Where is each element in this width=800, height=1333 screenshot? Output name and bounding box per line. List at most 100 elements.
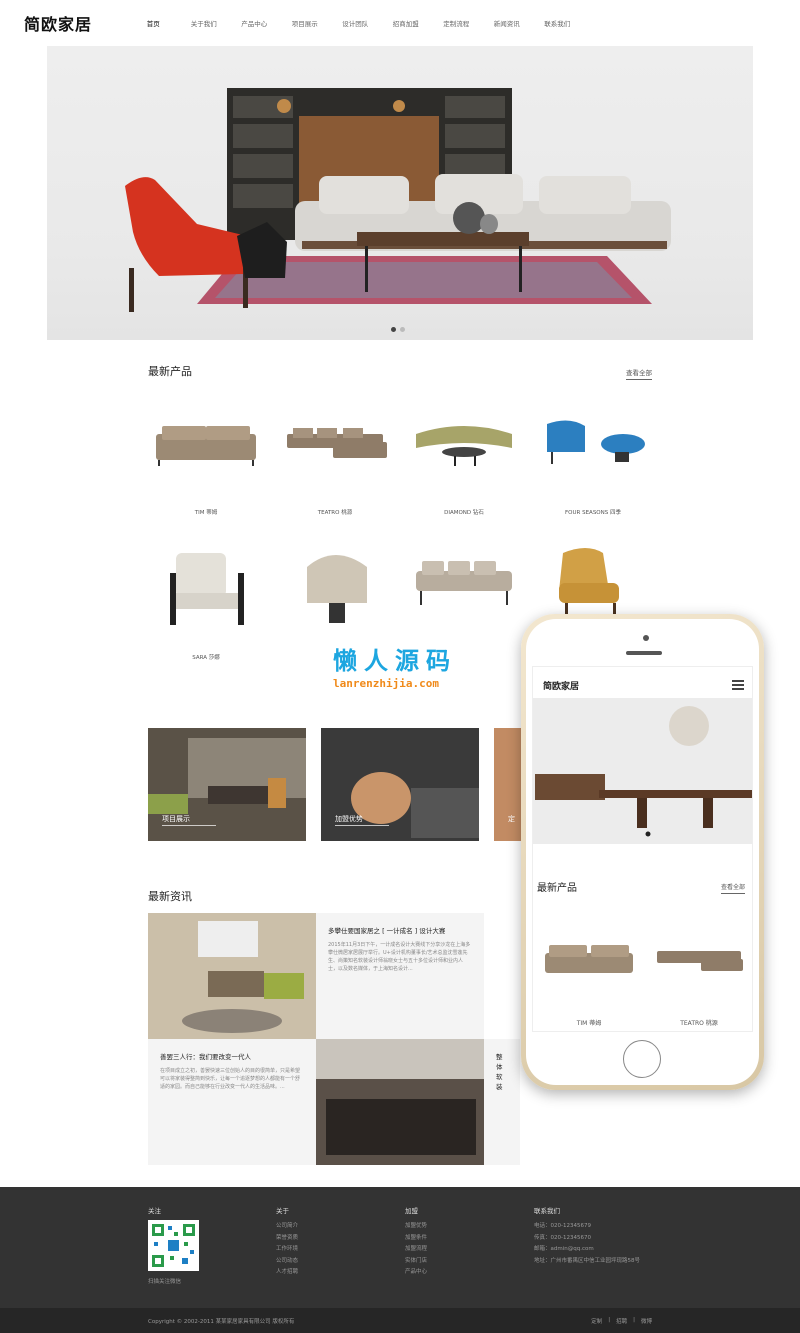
phone-screen: 简欧家居 最新产品 查看全部 TIM 蒂姆 TEATRO 桃源 — [532, 666, 753, 1032]
banner-dot-1[interactable] — [391, 327, 396, 332]
banner-pagination — [391, 327, 405, 332]
footer-link[interactable]: 加盟流程 — [405, 1244, 427, 1256]
phone-more-link[interactable]: 查看全部 — [721, 882, 746, 894]
nav-projects[interactable]: 项目展示 — [280, 18, 331, 28]
feature-label: 定 — [508, 815, 515, 823]
product-image — [307, 555, 367, 623]
product-image — [287, 428, 387, 458]
product-card[interactable] — [271, 543, 399, 653]
footer-qr-caption-wrap: 扫描关注微信 — [148, 1277, 181, 1289]
link-custom[interactable]: 定制 — [591, 1317, 602, 1325]
site-header: 简欧家居 首页 关于我们 产品中心 项目展示 设计团队 招商加盟 定制流程 新闻… — [0, 0, 800, 46]
phone-logo[interactable]: 简欧家居 — [543, 679, 579, 692]
phone-home-button — [623, 1040, 661, 1078]
news-card-2[interactable]: 善罢三人行：我们要改变一代人 在项目成立之初，善罢快速三位创始人的目的很简单，只… — [148, 1039, 316, 1165]
footer-link[interactable]: 人才招聘 — [276, 1267, 298, 1279]
phone-banner-image[interactable] — [533, 698, 753, 844]
hero-banner[interactable] — [47, 46, 753, 340]
news-summary: 2015年11月3日下午，一计成名设计大赛线下分享沙龙在上海多攀仕微居家居展厅举… — [328, 942, 471, 972]
footer-follow: 关注 — [148, 1205, 161, 1221]
product-image — [416, 561, 512, 605]
news-photo — [148, 913, 316, 1039]
phone-product-name: TEATRO 桃源 — [680, 1020, 718, 1027]
product-image — [170, 553, 244, 625]
phone-product-image[interactable] — [541, 937, 637, 981]
footer-link[interactable]: 工作环境 — [276, 1244, 298, 1256]
footer-about: 关于 公司简介 荣誉资质 工作环境 公司动态 人才招聘 — [276, 1205, 298, 1279]
footer-link[interactable]: 实体门店 — [405, 1256, 427, 1268]
watermark-name: 懒人源码 — [333, 647, 457, 675]
product-image — [547, 420, 645, 464]
menu-icon[interactable] — [732, 680, 744, 690]
news-image-1[interactable] — [148, 913, 316, 1039]
footer-link[interactable]: 公司简介 — [276, 1221, 298, 1233]
link-recruit[interactable]: 招聘 — [616, 1317, 627, 1325]
footer-qr-caption: 扫描关注微信 — [148, 1279, 182, 1285]
footer-contact-title: 联系我们 — [534, 1207, 560, 1215]
footer-link[interactable]: 产品中心 — [405, 1267, 427, 1279]
feature-label: 加盟优势 — [335, 815, 363, 823]
news-title: 最新资讯 — [148, 890, 192, 903]
footer-join: 加盟 加盟优势 加盟条件 加盟流程 实体门店 产品中心 — [405, 1205, 427, 1279]
phone-camera — [643, 635, 649, 641]
nav-design-team[interactable]: 设计团队 — [330, 18, 381, 28]
feature-projects[interactable]: 项目展示 — [148, 728, 306, 841]
phone-section-title: 最新产品 — [537, 883, 577, 894]
news-headline: 整体软装 — [496, 1053, 503, 1091]
copyright-links: 定制 | 招聘 | 微博 — [591, 1317, 652, 1325]
nav-custom-process[interactable]: 定制流程 — [431, 18, 482, 28]
product-name: TIM 蒂姆 — [194, 510, 218, 516]
wechat-qr-code — [148, 1220, 199, 1271]
nav-contact[interactable]: 联系我们 — [532, 18, 583, 28]
product-image — [156, 426, 256, 466]
footer-phone: 电话：020-12345679 — [534, 1223, 591, 1229]
footer-contact: 联系我们 电话：020-12345679 传真：020-12345670 邮箱：… — [534, 1205, 640, 1267]
news-card-1[interactable]: 多攀仕要国家居之 [ 一计成名 ] 设计大赛 2015年11月3日下午，一计成名… — [316, 913, 484, 1039]
watermark-url: lanrenzhijia.com — [333, 677, 439, 690]
site-logo[interactable]: 简欧家居 — [24, 11, 92, 35]
nav-franchise[interactable]: 招商加盟 — [381, 18, 432, 28]
phone-speaker — [626, 651, 662, 655]
product-name: TEATRO 桃源 — [317, 510, 353, 516]
news-card-3[interactable]: 整体软装 — [484, 1039, 520, 1165]
product-name: SARA 莎娜 — [192, 655, 220, 661]
footer-address: 地址：广州市番禺区中信工业园坪现路58号 — [534, 1257, 640, 1264]
qr-code-icon — [150, 1222, 197, 1269]
feature-label: 项目展示 — [162, 815, 190, 823]
nav-home[interactable]: 首页 — [128, 18, 179, 28]
feature-franchise[interactable]: 加盟优势 — [321, 728, 479, 841]
product-card[interactable]: DIAMOND 钻石 — [400, 412, 528, 522]
product-card[interactable]: TEATRO 桃源 — [271, 412, 399, 522]
feature-underline — [162, 825, 216, 826]
news-image-2[interactable] — [316, 1039, 484, 1165]
nav-products[interactable]: 产品中心 — [229, 18, 280, 28]
site-footer: 关注 扫描关注微信 关于 公司简介 荣誉资质 工作环境 公司动态 人才招聘 加盟… — [0, 1187, 800, 1308]
footer-link[interactable]: 加盟条件 — [405, 1233, 427, 1245]
news-summary: 在项目成立之初，善罢快速三位创始人的目的很简单，只是希望可以将家装得整简到快乐，… — [160, 1068, 301, 1090]
footer-link[interactable]: 公司动态 — [276, 1256, 298, 1268]
footer-fax: 传真：020-12345670 — [534, 1234, 591, 1241]
banner-furniture-image — [125, 88, 671, 312]
phone-product-image[interactable] — [651, 937, 747, 981]
footer-about-title: 关于 — [276, 1207, 289, 1215]
product-card[interactable]: FOUR SEASONS 四季 — [529, 412, 657, 522]
footer-link[interactable]: 荣誉资质 — [276, 1233, 298, 1245]
link-separator: | — [608, 1317, 611, 1323]
product-card[interactable]: TIM 蒂姆 — [142, 412, 270, 522]
footer-email: 邮箱：admin@qq.com — [534, 1246, 594, 1253]
news-photo — [316, 1039, 484, 1165]
link-weibo[interactable]: 微博 — [641, 1317, 652, 1325]
link-separator: | — [633, 1317, 635, 1323]
footer-link[interactable]: 加盟优势 — [405, 1221, 427, 1233]
news-headline: 多攀仕要国家居之 [ 一计成名 ] 设计大赛 — [328, 927, 446, 935]
latest-products-more-link[interactable]: 查看全部 — [626, 367, 652, 380]
product-card[interactable] — [400, 543, 528, 653]
main-nav: 首页 关于我们 产品中心 项目展示 设计团队 招商加盟 定制流程 新闻资讯 联系… — [128, 18, 583, 28]
feature-underline — [335, 825, 389, 826]
product-name: FOUR SEASONS 四季 — [565, 510, 621, 516]
nav-about[interactable]: 关于我们 — [179, 18, 230, 28]
nav-news[interactable]: 新闻资讯 — [482, 18, 533, 28]
feature-third[interactable]: 定 — [494, 728, 524, 841]
product-card[interactable]: SARA 莎娜 — [142, 543, 270, 661]
banner-dot-2[interactable] — [400, 327, 405, 332]
